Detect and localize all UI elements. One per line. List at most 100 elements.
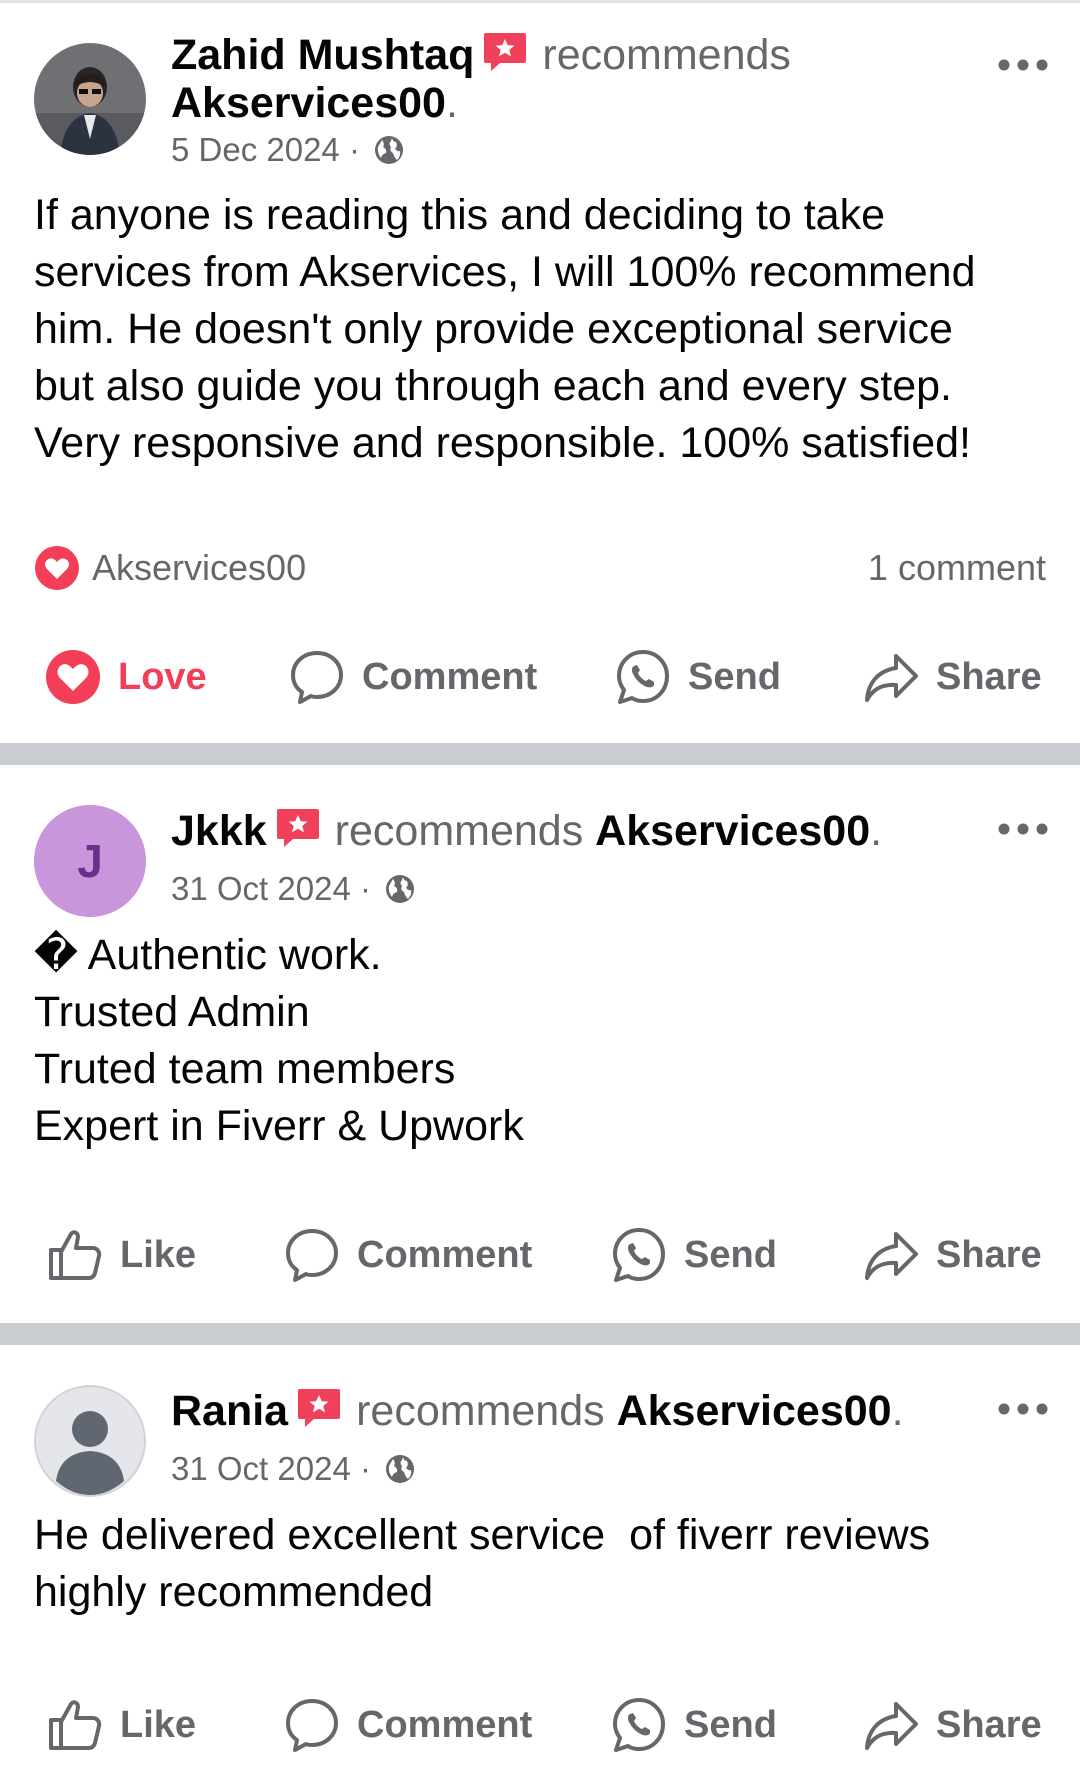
post-header: Zahid Mushtaq recommends — [171, 29, 791, 81]
avatar[interactable]: J — [34, 805, 146, 917]
share-icon — [865, 654, 918, 702]
date-separator: · — [359, 870, 371, 907]
body-line: but also guide you through each and ever… — [34, 362, 952, 410]
post-body: � Authentic work. Trusted Admin Truted t… — [34, 927, 1044, 1155]
recommend-badge-icon — [275, 807, 321, 849]
post-body: He delivered excellent service of fiverr… — [34, 1507, 1044, 1621]
reaction-summary: Akservices00 1 comment — [34, 543, 1046, 593]
recommends-text: recommends — [334, 807, 584, 855]
date-text[interactable]: 31 Oct 2024 — [171, 1450, 351, 1487]
more-options-icon[interactable] — [996, 819, 1050, 839]
recommends-text: recommends — [542, 31, 791, 79]
comment-button[interactable]: Comment — [283, 1220, 532, 1290]
send-label: Send — [684, 1703, 777, 1746]
avatar[interactable] — [34, 43, 146, 155]
send-button[interactable]: Send — [610, 1690, 777, 1760]
author-name[interactable]: Jkkk — [171, 807, 267, 855]
like-button[interactable]: Like — [46, 1220, 196, 1290]
comment-icon — [291, 651, 343, 704]
page-name-link[interactable]: Akservices00 — [595, 807, 870, 855]
body-line: He delivered excellent service of fiverr… — [34, 1511, 931, 1559]
post-header: Jkkk recommends Akservices00. — [171, 805, 882, 857]
post-body: If anyone is reading this and deciding t… — [34, 187, 1044, 472]
post-separator — [0, 743, 1080, 765]
body-line: Expert in Fiverr & Upwork — [34, 1102, 524, 1150]
comment-label: Comment — [362, 655, 538, 698]
date-text[interactable]: 5 Dec 2024 — [171, 131, 340, 168]
post-header-line-2: Akservices00. — [171, 77, 458, 129]
period: . — [870, 807, 883, 855]
messenger-send-icon — [613, 1698, 665, 1752]
send-button[interactable]: Send — [614, 642, 781, 712]
like-icon — [49, 1700, 102, 1750]
more-options-icon[interactable] — [996, 1399, 1050, 1419]
comment-icon — [286, 1229, 338, 1282]
period: . — [891, 1387, 904, 1435]
like-label: Like — [120, 1703, 197, 1746]
date-separator: · — [359, 1450, 371, 1487]
avatar[interactable] — [34, 1385, 146, 1497]
action-bar: Love Comment Send Share — [0, 642, 1080, 712]
recommend-badge-icon — [296, 1387, 342, 1429]
post-date: 5 Dec 2024 · — [171, 130, 405, 170]
post-header: Rania recommends Akservices00. — [171, 1385, 904, 1437]
post-card: Rania recommends Akservices00. 31 Oct 202… — [0, 1345, 1080, 1788]
like-label: Like — [120, 1233, 197, 1276]
send-label: Send — [684, 1233, 777, 1276]
globe-icon — [373, 134, 405, 166]
author-name[interactable]: Rania — [171, 1387, 288, 1435]
post-card: Zahid Mushtaq recommends Akservices00. 5 … — [0, 3, 1080, 743]
body-line: highly recommended — [34, 1568, 434, 1616]
comment-button[interactable]: Comment — [283, 1690, 532, 1760]
action-bar: Like Comment Send Share — [0, 1220, 1080, 1290]
avatar-letter: J — [77, 835, 103, 887]
body-line: Truted team members — [34, 1045, 456, 1093]
body-line: Very responsive and responsible. 100% sa… — [34, 419, 971, 467]
post-date: 31 Oct 2024 · — [171, 1449, 416, 1489]
love-reaction-icon[interactable] — [34, 545, 80, 591]
post-card: J Jkkk recommends Akservices00. 31 Oct 20… — [0, 765, 1080, 1323]
share-icon — [865, 1232, 918, 1280]
share-label: Share — [936, 655, 1042, 698]
recommend-badge-icon — [482, 31, 528, 73]
love-label: Love — [118, 655, 207, 698]
comment-icon — [286, 1699, 338, 1752]
page-name-link[interactable]: Akservices00 — [171, 79, 446, 127]
messenger-send-icon — [613, 1228, 665, 1282]
recommends-text: recommends — [356, 1387, 605, 1435]
globe-icon — [384, 1453, 416, 1485]
body-line: services from Akservices, I will 100% re… — [34, 248, 976, 296]
more-options-icon[interactable] — [996, 55, 1050, 75]
period: . — [445, 79, 458, 127]
reaction-by[interactable]: Akservices00 — [92, 547, 306, 589]
action-bar: Like Comment Send Share — [0, 1690, 1080, 1760]
share-icon — [865, 1702, 918, 1750]
comment-count[interactable]: 1 comment — [868, 547, 1046, 589]
like-icon — [49, 1230, 102, 1280]
author-name[interactable]: Zahid Mushtaq — [171, 31, 474, 79]
share-button[interactable]: Share — [862, 642, 1042, 712]
love-button[interactable]: Love — [44, 642, 207, 712]
globe-icon — [384, 873, 416, 905]
love-reaction-icon — [46, 650, 100, 704]
messenger-send-icon — [617, 650, 669, 704]
share-label: Share — [936, 1233, 1042, 1276]
body-line: Trusted Admin — [34, 988, 310, 1036]
send-button[interactable]: Send — [610, 1220, 777, 1290]
like-button[interactable]: Like — [46, 1690, 196, 1760]
comment-button[interactable]: Comment — [288, 642, 537, 712]
share-button[interactable]: Share — [862, 1690, 1042, 1760]
body-line: � Authentic work. — [34, 931, 382, 979]
post-separator — [0, 1323, 1080, 1345]
share-button[interactable]: Share — [862, 1220, 1042, 1290]
body-line: If anyone is reading this and deciding t… — [34, 191, 886, 239]
comment-label: Comment — [357, 1233, 533, 1276]
page-name-link[interactable]: Akservices00 — [617, 1387, 892, 1435]
body-line: him. He doesn't only provide exceptional… — [34, 305, 953, 353]
post-date: 31 Oct 2024 · — [171, 869, 416, 909]
share-label: Share — [936, 1703, 1042, 1746]
date-separator: · — [348, 131, 360, 168]
send-label: Send — [688, 655, 781, 698]
date-text[interactable]: 31 Oct 2024 — [171, 870, 351, 907]
comment-label: Comment — [357, 1703, 533, 1746]
